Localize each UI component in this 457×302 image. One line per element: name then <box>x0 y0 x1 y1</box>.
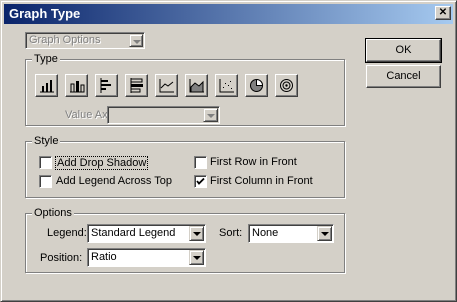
bar-graph-icon <box>100 78 111 93</box>
radar-graph-icon <box>280 79 293 92</box>
add-drop-shadow-label[interactable]: Add Drop Shadow <box>55 156 149 170</box>
chevron-down-icon <box>317 226 332 241</box>
close-button[interactable]: ✕ <box>435 6 451 20</box>
first-column-in-front-checkbox[interactable] <box>194 175 207 188</box>
ok-button[interactable]: OK <box>365 38 442 63</box>
cancel-button[interactable]: Cancel <box>366 65 441 88</box>
graph-options-dropdown[interactable]: Graph Options <box>25 32 145 49</box>
chevron-down-icon <box>189 226 204 241</box>
column-graph-icon <box>40 80 54 93</box>
stacked-bar-graph-icon <box>130 78 143 93</box>
column-graph-button[interactable] <box>35 74 58 97</box>
legend-label: Legend: <box>47 227 87 239</box>
stacked-column-graph-button[interactable] <box>65 74 88 97</box>
add-legend-across-top-label: Add Legend Across Top <box>56 175 172 187</box>
position-label: Position: <box>40 252 83 264</box>
type-group-label: Type <box>32 53 60 65</box>
legend-value: Standard Legend <box>91 227 176 239</box>
graph-type-dialog: Graph Type ✕ Graph Options Type Value Ax… <box>0 0 457 302</box>
chevron-down-icon <box>189 250 204 265</box>
position-dropdown[interactable]: Ratio <box>87 248 206 267</box>
add-legend-across-top-checkbox[interactable] <box>39 175 52 188</box>
radar-graph-button[interactable] <box>275 74 298 97</box>
bar-graph-button[interactable] <box>95 74 118 97</box>
options-group-label: Options <box>32 207 74 219</box>
pie-graph-button[interactable] <box>245 74 268 97</box>
add-drop-shadow-checkbox[interactable] <box>39 156 52 169</box>
stacked-column-graph-icon <box>70 81 85 93</box>
title-bar[interactable]: Graph Type ✕ <box>4 4 453 24</box>
chevron-down-icon <box>129 34 143 47</box>
sort-label: Sort: <box>219 227 243 239</box>
stacked-bar-graph-button[interactable] <box>125 74 148 97</box>
first-row-in-front-label: First Row in Front <box>210 156 297 168</box>
scatter-graph-icon <box>219 79 234 93</box>
line-graph-button[interactable] <box>155 74 178 97</box>
legend-dropdown[interactable]: Standard Legend <box>87 224 206 243</box>
sort-dropdown[interactable]: None <box>248 224 334 243</box>
style-group-label: Style <box>32 135 61 147</box>
checkmark-icon <box>196 177 205 185</box>
chevron-down-icon <box>203 108 218 122</box>
value-axis-dropdown[interactable] <box>107 106 220 124</box>
first-column-in-front-label: First Column in Front <box>210 175 313 187</box>
area-graph-icon <box>189 79 204 93</box>
position-value: Ratio <box>91 251 117 263</box>
line-graph-icon <box>159 79 174 93</box>
close-icon: ✕ <box>438 7 448 18</box>
graph-options-value: Graph Options <box>29 34 101 46</box>
sort-value: None <box>252 227 279 239</box>
area-graph-button[interactable] <box>185 74 208 97</box>
first-row-in-front-checkbox[interactable] <box>194 156 207 169</box>
scatter-graph-button[interactable] <box>215 74 238 97</box>
pie-graph-icon <box>250 78 264 92</box>
dialog-title: Graph Type <box>9 6 81 21</box>
